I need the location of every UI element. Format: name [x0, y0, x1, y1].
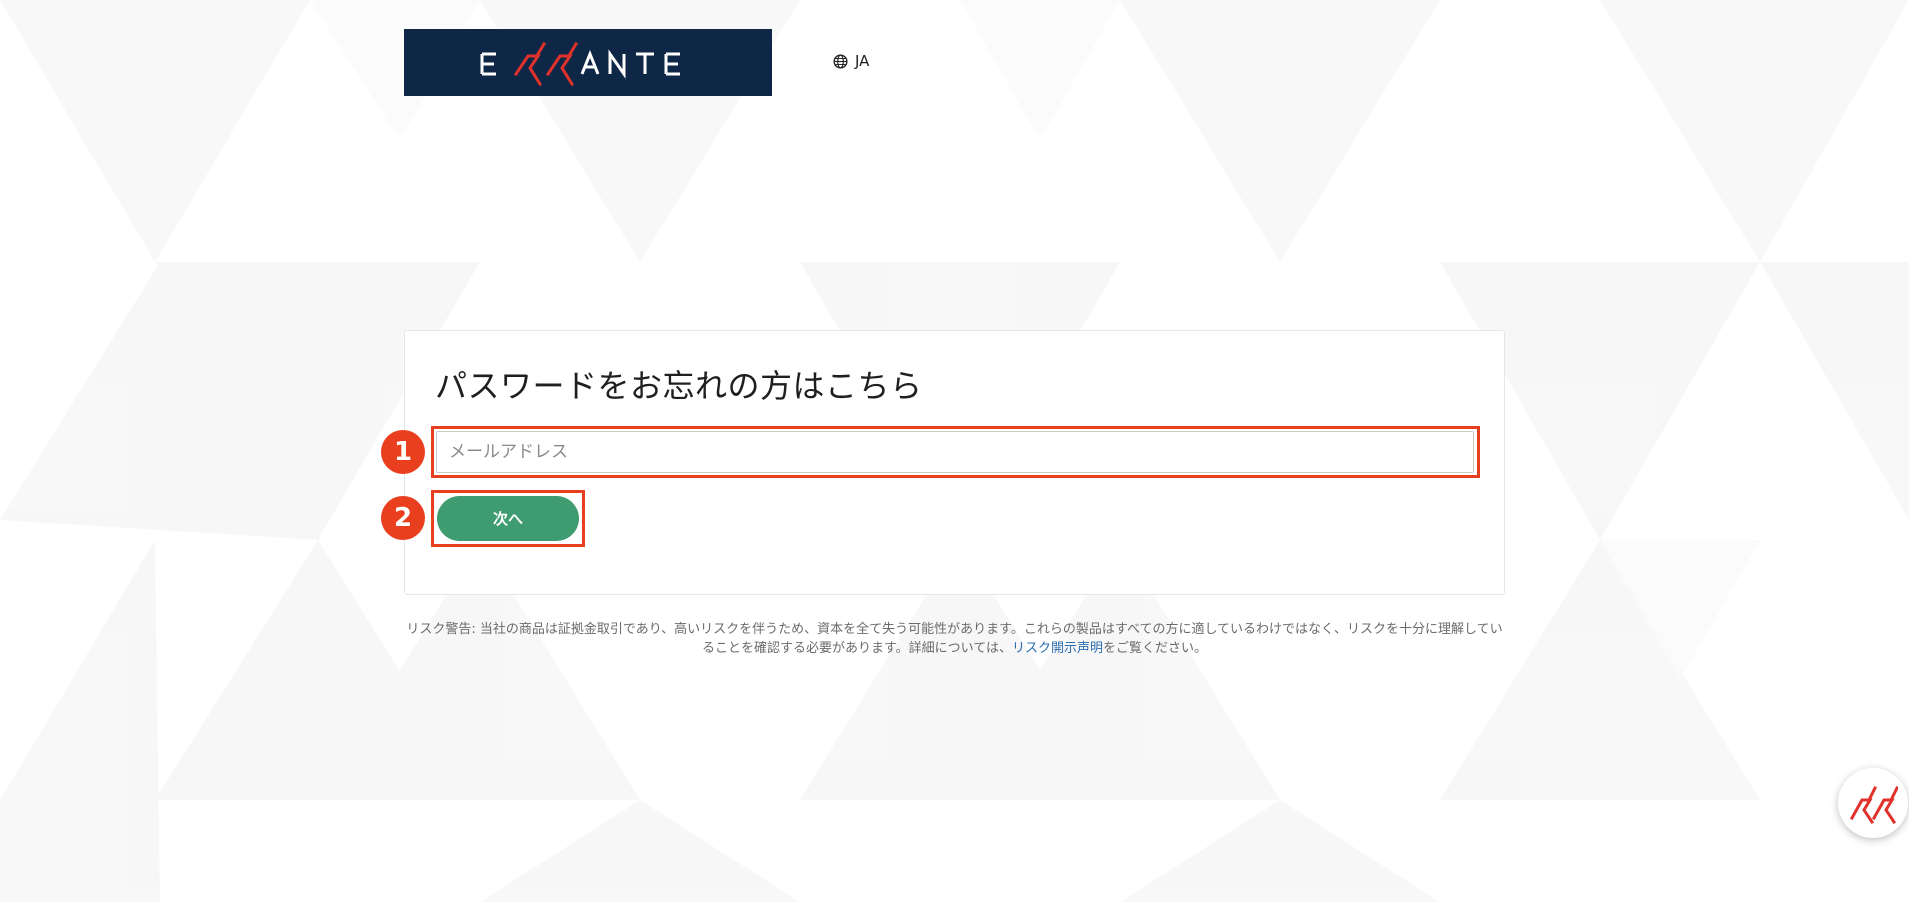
language-label: JA: [855, 52, 870, 70]
errante-chat-icon: [1849, 785, 1898, 824]
globe-icon: [833, 53, 848, 69]
risk-disclosure-link[interactable]: リスク開示声明: [1012, 641, 1103, 656]
next-button[interactable]: 次へ: [437, 496, 579, 541]
page-title: パスワードをお忘れの方はこちら: [435, 367, 923, 405]
errante-logo-mark: [480, 41, 680, 86]
risk-warning-suffix: をご覧ください。: [1103, 641, 1208, 656]
chat-widget-button[interactable]: [1838, 768, 1908, 838]
step-badge-2: 2: [381, 496, 425, 540]
language-selector[interactable]: JA: [833, 52, 869, 70]
risk-warning: リスク警告: 当社の商品は証拠金取引であり、高いリスクを伴うため、資本を全て失う…: [404, 620, 1505, 658]
email-input[interactable]: [436, 431, 1474, 473]
page: JA パスワードをお忘れの方はこちら 次へ 1 2 リスク警告: 当社の商品は証…: [0, 0, 1909, 902]
risk-warning-text: リスク警告: 当社の商品は証拠金取引であり、高いリスクを伴うため、資本を全て失う…: [406, 622, 1503, 656]
errante-logo[interactable]: [404, 29, 772, 96]
step-badge-1: 1: [381, 430, 425, 474]
